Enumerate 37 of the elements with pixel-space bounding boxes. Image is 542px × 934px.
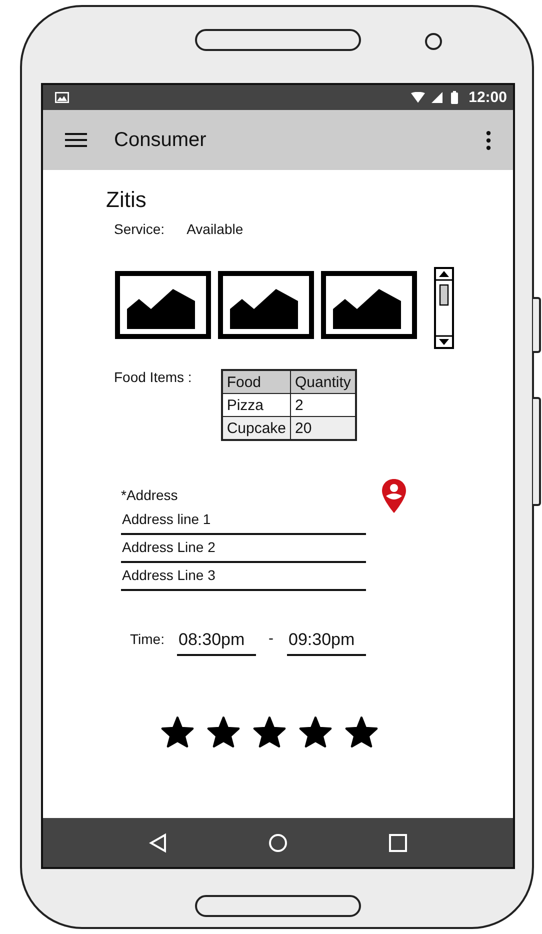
recent-apps-icon[interactable]	[388, 832, 408, 852]
input-field[interactable]: Address Line 2	[121, 535, 366, 563]
battery-icon	[450, 91, 458, 104]
home-button[interactable]	[195, 895, 361, 917]
input-field[interactable]: Address Line 3	[121, 563, 366, 591]
status-time: 12:00	[468, 89, 507, 106]
service-label: Service:	[114, 221, 165, 237]
time-field[interactable]: 09:30pm	[287, 627, 366, 656]
wifi-icon	[410, 92, 425, 103]
table-cell: 20	[290, 416, 356, 440]
home-icon[interactable]	[268, 832, 288, 852]
time-label: Time:	[130, 630, 164, 646]
signal-icon	[430, 92, 444, 103]
menu-icon[interactable]	[65, 133, 87, 147]
back-icon[interactable]	[148, 832, 168, 852]
star-icon	[161, 716, 194, 748]
more-options-icon[interactable]	[486, 130, 491, 150]
time-separator: -	[268, 630, 274, 647]
camera-lens	[425, 33, 442, 50]
service-status: Available	[186, 221, 244, 237]
food-items-label: Food Items :	[114, 369, 192, 385]
image-icon	[55, 92, 69, 103]
star-icon	[253, 716, 286, 748]
star-icon	[345, 716, 378, 748]
app-title: Consumer	[114, 128, 206, 152]
column-header: Quantity	[290, 370, 356, 394]
star-icon	[299, 716, 332, 748]
star-icon	[207, 716, 240, 748]
column-header: Food	[222, 370, 291, 394]
map-pin-icon[interactable]	[382, 479, 406, 513]
time-field[interactable]: 08:30pm	[177, 627, 256, 656]
input-field[interactable]: Address line 1	[121, 507, 366, 535]
address-label: *Address	[121, 487, 178, 503]
vertical-scrollbar[interactable]	[434, 267, 454, 349]
table-cell: Cupcake	[222, 416, 291, 440]
star-rating[interactable]	[161, 716, 378, 748]
restaurant-name: Zitis	[106, 187, 148, 213]
